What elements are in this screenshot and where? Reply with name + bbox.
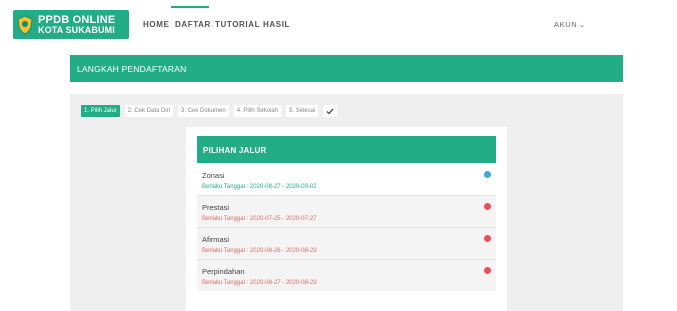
closed-circle-icon — [484, 267, 491, 274]
site-logo[interactable]: PPDB ONLINE KOTA SUKABUMI — [13, 10, 129, 39]
nav-daftar[interactable]: DAFTAR — [175, 20, 211, 29]
account-menu[interactable]: AKUN ⌄ — [554, 20, 586, 29]
step-pilih-sekolah[interactable]: 4. Pilih Sekolah — [233, 105, 282, 117]
step-done-check[interactable] — [323, 105, 338, 117]
closed-circle-icon — [484, 235, 491, 242]
nav-hasil[interactable]: HASIL — [263, 20, 290, 29]
check-circle-icon — [484, 171, 491, 178]
jalur-header: PILIHAN JALUR — [197, 136, 496, 163]
navbar: PPDB ONLINE KOTA SUKABUMI HOME DAFTAR TU… — [0, 0, 677, 46]
jalur-name: Afirmasi — [202, 235, 230, 244]
nav-tutorial[interactable]: TUTORIAL — [215, 20, 260, 29]
jalur-date: Berlaku Tanggal : 2020-08-26 - 2020-08-2… — [202, 248, 317, 254]
step-selesai[interactable]: 5. Selesai — [286, 105, 319, 117]
step-cek-data-diri[interactable]: 2. Cek Data Diri — [124, 105, 174, 117]
check-icon — [326, 108, 334, 115]
nav-home[interactable]: HOME — [143, 20, 169, 29]
nav-active-indicator — [171, 6, 209, 8]
page: PPDB ONLINE KOTA SUKABUMI HOME DAFTAR TU… — [0, 0, 677, 311]
logo-text: PPDB ONLINE KOTA SUKABUMI — [38, 13, 116, 35]
jalur-date: Berlaku Tanggal : 2020-07-25 - 2020-07-2… — [202, 216, 317, 222]
emblem-icon — [16, 14, 34, 35]
banner-title: LANGKAH PENDAFTARAN — [77, 64, 187, 74]
steps-banner: LANGKAH PENDAFTARAN — [70, 55, 623, 82]
chevron-down-icon: ⌄ — [579, 22, 586, 29]
jalur-date: Berlaku Tanggal : 2020-08-27 - 2020-09-0… — [202, 184, 317, 190]
jalur-card: PILIHAN JALUR Zonasi Berlaku Tanggal : 2… — [186, 127, 507, 311]
jalur-date: Berlaku Tanggal : 2020-08-27 - 2020-08-2… — [202, 280, 317, 286]
jalur-item-zonasi[interactable]: Zonasi Berlaku Tanggal : 2020-08-27 - 20… — [197, 164, 496, 195]
jalur-item-prestasi[interactable]: Prestasi Berlaku Tanggal : 2020-07-25 - … — [197, 196, 496, 227]
closed-circle-icon — [484, 203, 491, 210]
jalur-header-title: PILIHAN JALUR — [203, 146, 267, 155]
logo-subtitle: KOTA SUKABUMI — [38, 24, 115, 35]
jalur-name: Prestasi — [202, 203, 230, 212]
registration-panel: 1. Pilih Jalur 2. Cek Data Diri 3. Cek D… — [70, 94, 623, 311]
logo-title: PPDB ONLINE — [38, 13, 116, 26]
jalur-item-perpindahan[interactable]: Perpindahan Berlaku Tanggal : 2020-08-27… — [197, 260, 496, 291]
step-cek-dokumen[interactable]: 3. Cek Dokumen — [178, 105, 229, 117]
jalur-item-afirmasi[interactable]: Afirmasi Berlaku Tanggal : 2020-08-26 - … — [197, 228, 496, 259]
jalur-name: Perpindahan — [202, 267, 245, 276]
step-indicator: 1. Pilih Jalur 2. Cek Data Diri 3. Cek D… — [81, 105, 338, 117]
jalur-name: Zonasi — [202, 171, 225, 180]
step-pilih-jalur[interactable]: 1. Pilih Jalur — [81, 105, 120, 117]
account-label: AKUN — [554, 20, 578, 29]
